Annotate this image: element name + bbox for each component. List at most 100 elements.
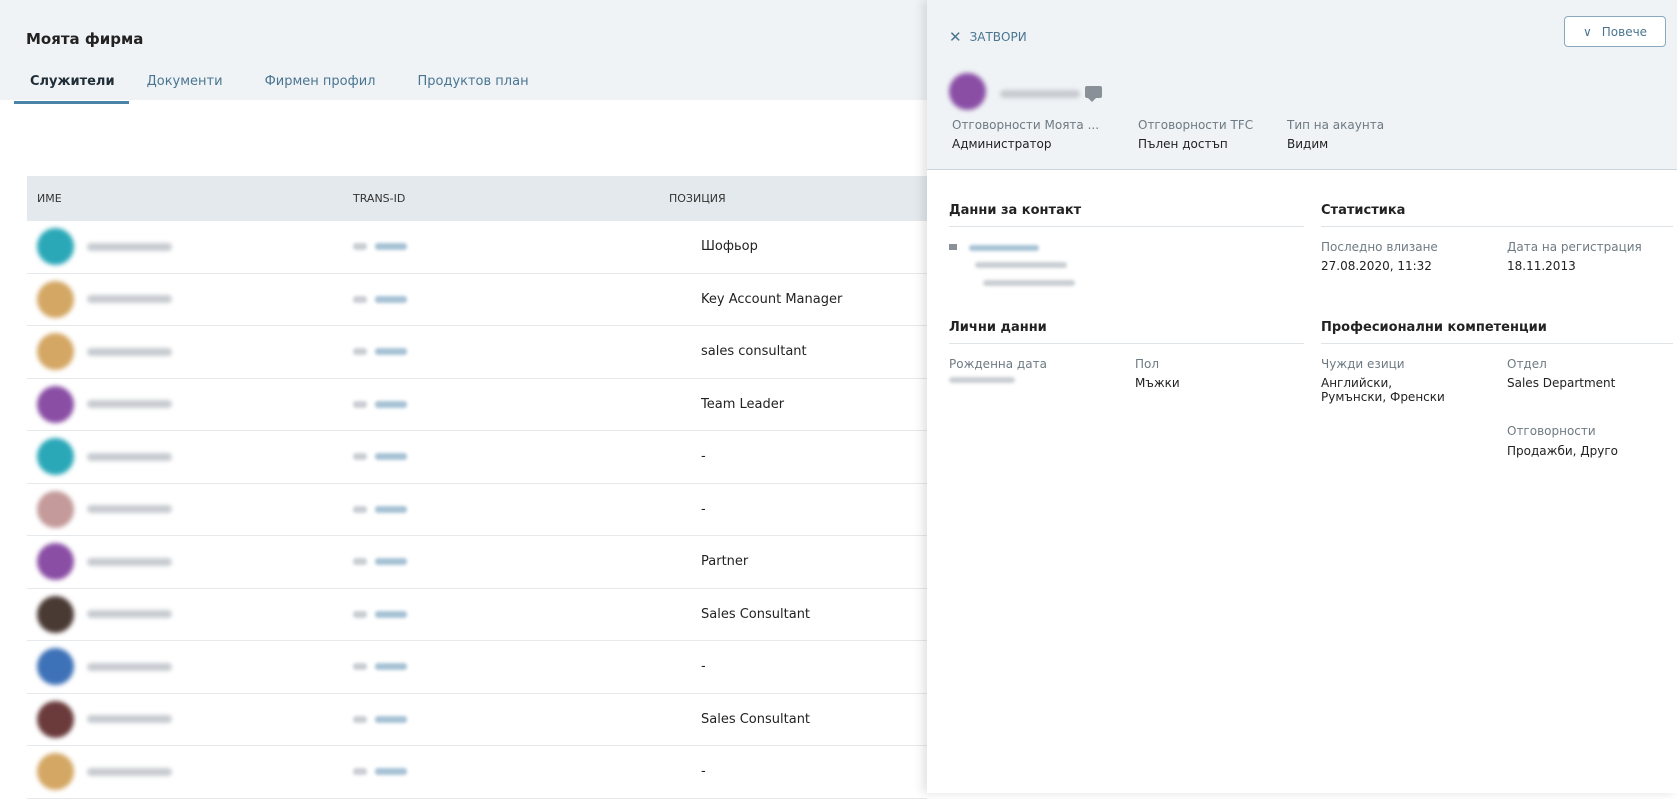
last-login-label: Последно влизане [1321, 240, 1438, 254]
name-cell [27, 385, 343, 423]
contact-section-title: Данни за контакт [949, 203, 1082, 218]
employee-name-redacted [87, 610, 172, 619]
trans-id-link-redacted[interactable] [375, 610, 407, 618]
trans-id-link-redacted[interactable] [375, 243, 407, 251]
trans-id-prefix-redacted [353, 348, 367, 356]
close-button[interactable]: ✕ ЗАТВОРИ [949, 28, 1027, 46]
tab-bar: Служители Документи Фирмен профил Продук… [14, 72, 557, 104]
header-field-account-type: Тип на акаунта Видим [1287, 118, 1384, 151]
registration-date-label: Дата на регистрация [1507, 240, 1642, 254]
name-cell [27, 333, 343, 371]
field-label: Отговорности TFC [1138, 118, 1254, 132]
birth-date-redacted [949, 377, 1015, 383]
more-label: Повече [1601, 24, 1648, 39]
birth-date-label: Рожденна дата [949, 357, 1047, 371]
name-cell [27, 490, 343, 528]
trans-id-cell [343, 558, 659, 566]
trans-id-prefix-redacted [353, 295, 367, 303]
trans-id-cell [343, 663, 659, 671]
chat-icon[interactable] [1085, 86, 1102, 102]
employee-name-redacted [87, 295, 172, 304]
employee-name-redacted [87, 715, 172, 724]
employee-name-redacted [87, 662, 172, 671]
trans-id-prefix-redacted [353, 768, 367, 776]
trans-id-prefix-redacted [353, 610, 367, 618]
trans-id-prefix-redacted [353, 400, 367, 408]
gender-value: Мъжки [1135, 376, 1180, 390]
trans-id-cell [343, 243, 659, 251]
department-value: Sales Department [1507, 376, 1616, 390]
last-login-value: 27.08.2020, 11:32 [1321, 259, 1432, 273]
avatar [37, 753, 74, 791]
column-header-trans-id[interactable]: TRANS-ID [343, 192, 659, 205]
position-cell: - [701, 764, 706, 780]
panel-header: ✕ ЗАТВОРИ ∨ Повече Отговорности Моята ..… [927, 0, 1677, 170]
field-label: Отговорности Моята ... [952, 118, 1100, 132]
phone-redacted [983, 280, 1075, 286]
table-row[interactable]: Team Leader [27, 379, 927, 431]
trans-id-link-redacted[interactable] [375, 400, 407, 408]
table-row[interactable]: Шофьор [27, 221, 927, 274]
table-row[interactable]: - [27, 484, 927, 536]
tab-documents[interactable]: Документи [133, 72, 237, 104]
table-header: ИМЕ TRANS-ID ПОЗИЦИЯ [27, 176, 927, 221]
tab-company-profile[interactable]: Фирмен профил [251, 72, 390, 104]
avatar [37, 490, 74, 528]
employee-name-redacted [87, 242, 172, 251]
tab-product-plan[interactable]: Продуктов план [403, 72, 542, 104]
trans-id-prefix-redacted [353, 663, 367, 671]
name-cell [27, 543, 343, 581]
column-header-position[interactable]: ПОЗИЦИЯ [659, 192, 927, 205]
more-button[interactable]: ∨ Повече [1564, 16, 1666, 47]
employee-name-redacted [87, 347, 172, 356]
tab-employees[interactable]: Служители [14, 72, 129, 104]
languages-value: Английски, Румънски, Френски [1321, 376, 1445, 404]
registration-date-value: 18.11.2013 [1507, 259, 1576, 273]
column-header-name[interactable]: ИМЕ [27, 192, 343, 205]
email-link-redacted[interactable] [969, 245, 1039, 251]
trans-id-link-redacted[interactable] [375, 505, 407, 513]
trans-id-link-redacted[interactable] [375, 715, 407, 723]
trans-id-prefix-redacted [353, 243, 367, 251]
divider [1321, 343, 1673, 344]
trans-id-link-redacted[interactable] [375, 663, 407, 671]
divider [1321, 226, 1673, 227]
trans-id-link-redacted[interactable] [375, 295, 407, 303]
name-cell [27, 648, 343, 686]
name-cell [27, 228, 343, 266]
responsibilities-label: Отговорности [1507, 424, 1596, 438]
header-field-responsibilities-tfc: Отговорности TFC Пълен достъп [1138, 118, 1253, 151]
table-row[interactable]: Sales Consultant [27, 694, 927, 746]
trans-id-link-redacted[interactable] [375, 453, 407, 461]
table-row[interactable]: Sales Consultant [27, 589, 927, 641]
employee-name-redacted [1000, 90, 1080, 98]
table-row[interactable]: - [27, 746, 927, 799]
avatar [37, 333, 74, 371]
trans-id-cell [343, 453, 659, 461]
position-cell: - [701, 501, 706, 517]
trans-id-link-redacted[interactable] [375, 768, 407, 776]
divider [949, 226, 1304, 227]
trans-id-cell [343, 610, 659, 618]
personal-section-title: Лични данни [949, 320, 1047, 335]
trans-id-prefix-redacted [353, 505, 367, 513]
name-cell [27, 280, 343, 318]
languages-label: Чужди езици [1321, 357, 1405, 371]
table-row[interactable]: - [27, 431, 927, 484]
table-row[interactable]: Partner [27, 536, 927, 589]
table-row[interactable]: - [27, 641, 927, 694]
position-cell: Team Leader [701, 396, 785, 412]
statistics-section-title: Статистика [1321, 203, 1406, 218]
employees-table: ИМЕ TRANS-ID ПОЗИЦИЯ Шофьор Key Account M… [27, 176, 927, 799]
trans-id-link-redacted[interactable] [375, 348, 407, 356]
responsibilities-value: Продажби, Друго [1507, 444, 1619, 458]
gender-label: Пол [1135, 357, 1160, 371]
trans-id-link-redacted[interactable] [375, 558, 407, 566]
trans-id-cell [343, 768, 659, 776]
trans-id-prefix-redacted [353, 453, 367, 461]
employee-name-redacted [87, 557, 172, 566]
table-row[interactable]: Key Account Manager [27, 274, 927, 326]
table-row[interactable]: sales consultant [27, 326, 927, 379]
avatar [949, 73, 986, 110]
avatar [37, 385, 74, 423]
